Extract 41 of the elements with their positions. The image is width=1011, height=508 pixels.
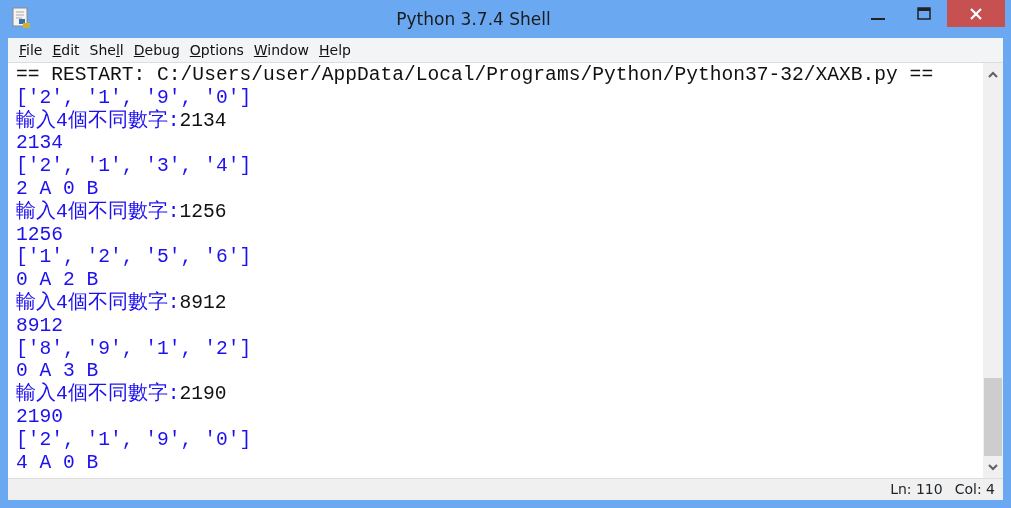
menu-item[interactable]: Help bbox=[314, 40, 356, 60]
scrollbar-thumb[interactable] bbox=[984, 378, 1002, 456]
minimize-icon bbox=[871, 17, 885, 20]
input-text: 2134 bbox=[179, 109, 227, 132]
output-text: 0 A 2 B bbox=[16, 269, 99, 292]
menu-item[interactable]: File bbox=[14, 40, 48, 60]
output-text: 輸入4個不同數字: bbox=[16, 200, 180, 223]
scroll-down-icon[interactable] bbox=[988, 463, 998, 471]
output-text: 4 A 0 B bbox=[16, 451, 99, 474]
output-text: 2190 bbox=[16, 405, 64, 428]
input-text: 2190 bbox=[179, 383, 227, 406]
scrollbar[interactable] bbox=[983, 63, 1003, 478]
output-text: 1256 bbox=[16, 223, 64, 246]
input-text: 8912 bbox=[179, 291, 227, 314]
menu-item[interactable]: Debug bbox=[128, 40, 185, 60]
menu-item[interactable]: Options bbox=[184, 40, 249, 60]
restart-message: == RESTART: C:/Users/user/AppData/Local/Programs/Python/Python37-32/XAXB.py == bbox=[16, 64, 934, 86]
output-text: ['2', '1', '3', '4'] bbox=[16, 155, 252, 178]
close-button[interactable] bbox=[947, 0, 1005, 27]
menu-item[interactable]: Window bbox=[248, 40, 315, 60]
output-text: ['2', '1', '9', '0'] bbox=[16, 428, 252, 451]
scroll-up-icon[interactable] bbox=[988, 70, 998, 78]
output-text: ['1', '2', '5', '6'] bbox=[16, 246, 252, 269]
input-text: 1256 bbox=[179, 200, 227, 223]
output-text: 8912 bbox=[16, 314, 64, 337]
output-text: 2 A 0 B bbox=[16, 178, 99, 200]
output-text: 2134 bbox=[16, 132, 64, 155]
menu-item[interactable]: Edit bbox=[47, 40, 85, 60]
output-text: 輸入4個不同數字: bbox=[16, 291, 180, 314]
window-title: Python 3.7.4 Shell bbox=[396, 8, 551, 30]
line-number-status: Ln: 110 bbox=[890, 480, 943, 499]
maximize-icon bbox=[917, 6, 931, 21]
close-icon bbox=[970, 7, 982, 20]
output-text: ['8', '9', '1', '2'] bbox=[16, 337, 252, 360]
python-file-icon bbox=[12, 7, 32, 29]
output-text: 0 A 3 B bbox=[16, 360, 99, 383]
output-text: ['2', '1', '9', '0'] bbox=[16, 86, 252, 109]
column-number-status: Col: 4 bbox=[954, 480, 995, 499]
output-text: 輸入4個不同數字: bbox=[16, 109, 180, 132]
output-text: 輸入4個不同數字: bbox=[16, 383, 180, 406]
menu-item[interactable]: Shell bbox=[84, 40, 129, 60]
